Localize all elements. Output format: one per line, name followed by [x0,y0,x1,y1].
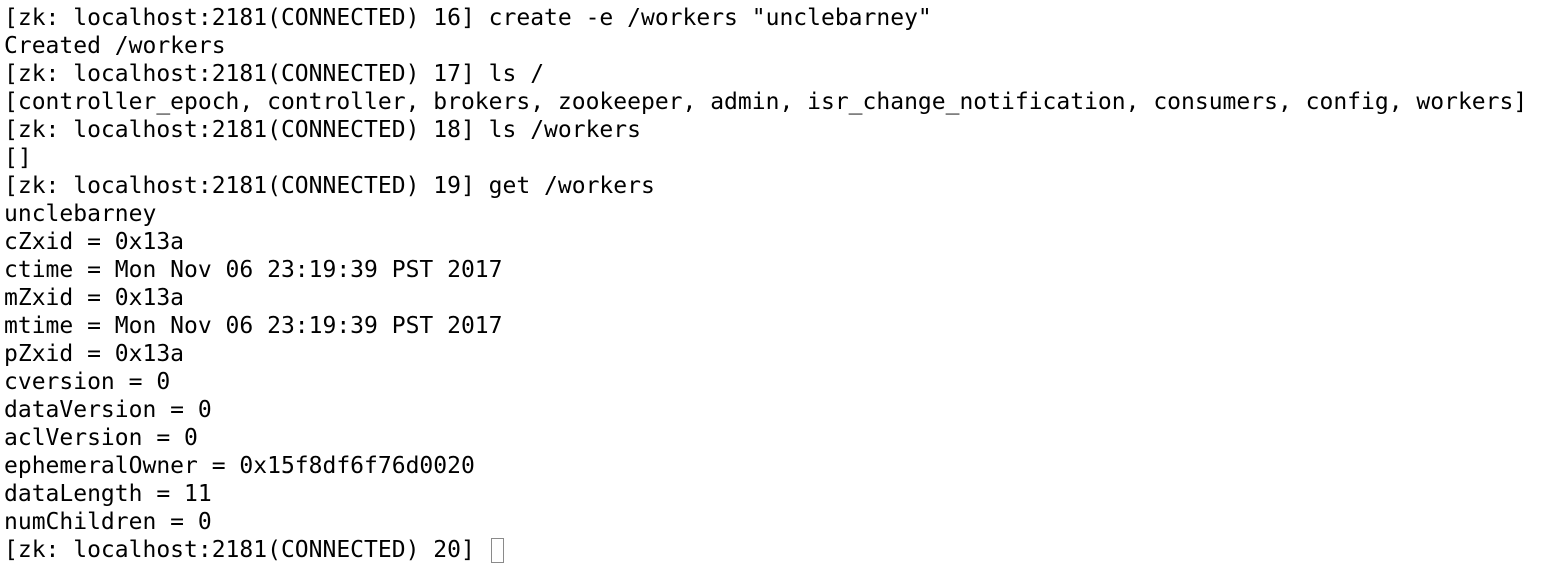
terminal-line: mZxid = 0x13a [4,285,185,311]
terminal-prompt-line[interactable]: [zk: localhost:2181(CONNECTED) 20] [0,536,1556,564]
terminal-line: unclebarney [4,201,157,227]
terminal-line: cversion = 0 [4,369,171,395]
terminal-line: aclVersion = 0 [4,425,198,451]
terminal-line: ctime = Mon Nov 06 23:19:39 PST 2017 [4,257,503,283]
terminal-line: mtime = Mon Nov 06 23:19:39 PST 2017 [4,313,503,339]
terminal-line: numChildren = 0 [4,509,212,535]
terminal-line: [] [4,145,32,171]
terminal-prompt: [zk: localhost:2181(CONNECTED) 20] [4,537,489,563]
terminal-line: [zk: localhost:2181(CONNECTED) 16] creat… [4,5,932,31]
terminal-line: Created /workers [4,33,226,59]
text-cursor[interactable] [490,538,504,563]
terminal-line: dataLength = 11 [4,481,212,507]
terminal-line: [zk: localhost:2181(CONNECTED) 19] get /… [4,173,655,199]
terminal-line: [zk: localhost:2181(CONNECTED) 18] ls /w… [4,117,641,143]
terminal-line: ephemeralOwner = 0x15f8df6f76d0020 [4,453,475,479]
terminal-window[interactable]: [zk: localhost:2181(CONNECTED) 16] creat… [0,0,1556,568]
terminal-line: pZxid = 0x13a [4,341,185,367]
terminal-line: dataVersion = 0 [4,397,212,423]
terminal-line: [controller_epoch, controller, brokers, … [4,89,1528,115]
terminal-line: [zk: localhost:2181(CONNECTED) 17] ls / [4,61,545,87]
terminal-line: cZxid = 0x13a [4,229,185,255]
